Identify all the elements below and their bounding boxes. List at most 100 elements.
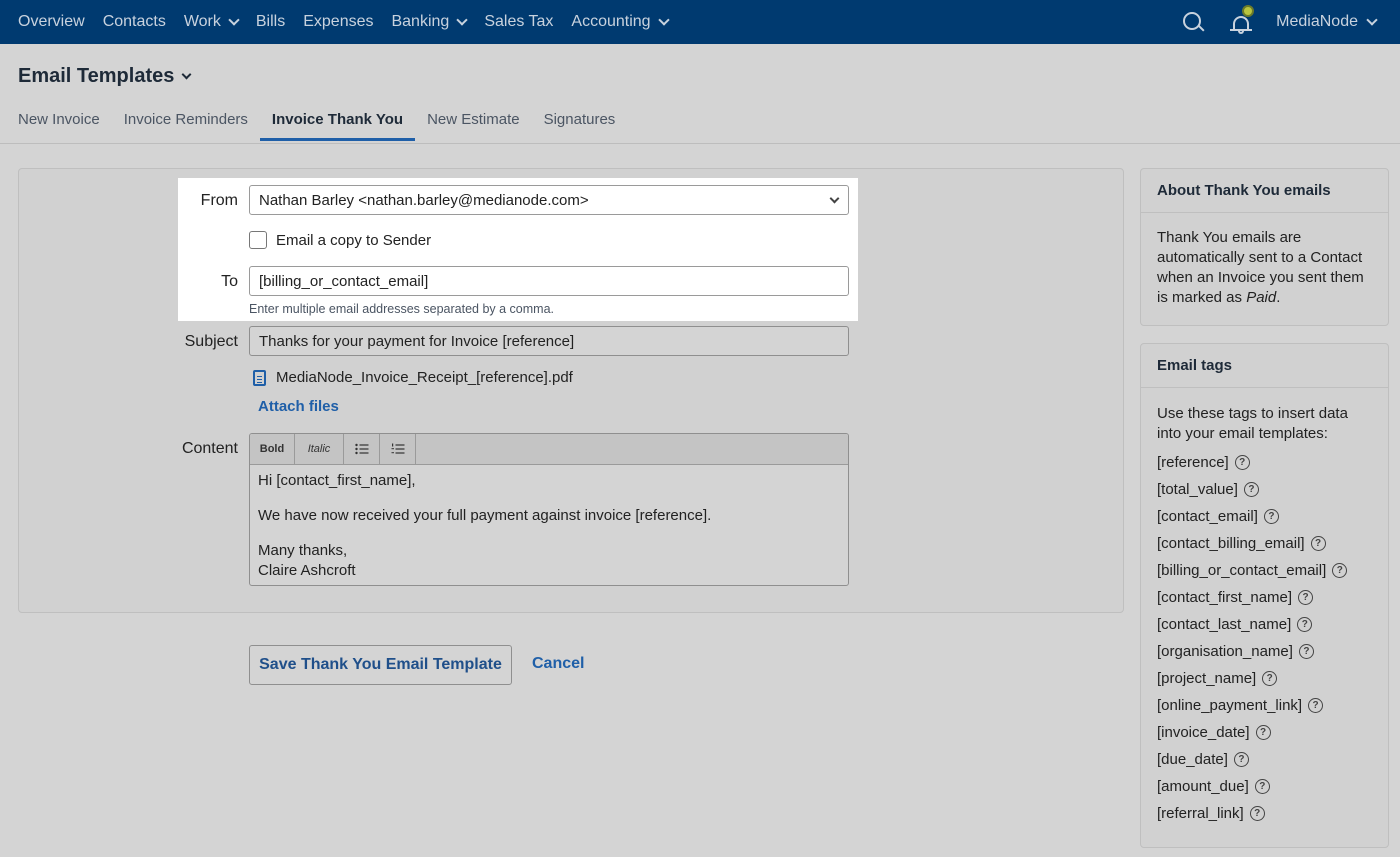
cancel-button[interactable]: Cancel xyxy=(532,655,584,673)
tag-name: [referral_link] xyxy=(1157,804,1244,822)
save-button[interactable]: Save Thank You Email Template xyxy=(249,645,512,685)
nav-item-expenses[interactable]: Expenses xyxy=(303,13,373,31)
tag-item: [organisation_name]? xyxy=(1157,638,1372,665)
search-icon[interactable] xyxy=(1182,11,1204,33)
question-circle-icon[interactable]: ? xyxy=(1262,671,1278,686)
tab-new-estimate[interactable]: New Estimate xyxy=(427,111,520,140)
chevron-down-icon xyxy=(829,193,840,204)
page-title-text: Email Templates xyxy=(18,65,175,87)
content-label: Content xyxy=(181,440,238,457)
about-card: About Thank You emails Thank You emails … xyxy=(1140,168,1389,326)
question-circle-icon[interactable]: ? xyxy=(1310,536,1326,551)
numbered-list-icon xyxy=(391,443,404,454)
tag-item: [amount_due]? xyxy=(1157,773,1372,800)
tag-name: [online_payment_link] xyxy=(1157,696,1303,714)
content-editor[interactable]: Bold Italic Hi [contact_first_name], We … xyxy=(249,433,849,586)
nav-item-label: Work xyxy=(183,13,221,30)
about-title: About Thank You emails xyxy=(1141,169,1388,213)
nav-item-banking[interactable]: Banking xyxy=(391,13,468,31)
bulleted-list-button[interactable] xyxy=(344,434,380,464)
tag-name: [contact_email] xyxy=(1157,507,1258,525)
italic-button[interactable]: Italic xyxy=(295,434,344,464)
question-circle-icon[interactable]: ? xyxy=(1254,779,1270,794)
content-signoff: Many thanks, Claire Ashcroft xyxy=(258,542,356,579)
tag-item: [contact_billing_email]? xyxy=(1157,530,1372,557)
nav-item-label: Contacts xyxy=(102,13,166,30)
tab-new-invoice[interactable]: New Invoice xyxy=(18,111,100,140)
subject-label: Subject xyxy=(184,333,238,350)
tag-item: [total_value]? xyxy=(1157,476,1372,503)
tag-item: [contact_first_name]? xyxy=(1157,584,1372,611)
nav-item-sales-tax[interactable]: Sales Tax xyxy=(484,13,553,31)
from-select[interactable]: Nathan Barley <nathan.barley@medianode.c… xyxy=(249,185,849,215)
tag-name: [project_name] xyxy=(1157,669,1257,687)
copy-sender-label[interactable]: Email a copy to Sender xyxy=(276,232,431,249)
attachment-row: MediaNode_Invoice_Receipt_[reference].pd… xyxy=(253,369,573,386)
to-value: [billing_or_contact_email] xyxy=(259,272,429,290)
question-circle-icon[interactable]: ? xyxy=(1298,644,1314,659)
subject-input[interactable]: Thanks for your payment for Invoice [ref… xyxy=(249,326,849,356)
nav-menu: Overview Contacts Work Bills Expenses Banking… xyxy=(0,13,670,31)
nav-item-contacts[interactable]: Contacts xyxy=(103,13,166,31)
bullet-list-icon xyxy=(354,443,368,455)
email-tags-title: Email tags xyxy=(1141,344,1388,388)
bold-button[interactable]: Bold xyxy=(250,434,295,464)
tag-name: [contact_billing_email] xyxy=(1157,534,1305,552)
nav-item-work[interactable]: Work xyxy=(183,13,240,31)
to-hint: Enter multiple email addresses separated… xyxy=(249,302,555,316)
notification-dot xyxy=(1242,5,1255,17)
template-tabs: New Invoice Invoice Reminders Invoice Than… xyxy=(18,111,639,141)
bell-icon[interactable] xyxy=(1230,5,1255,34)
question-circle-icon[interactable]: ? xyxy=(1297,617,1313,632)
chevron-down-icon xyxy=(456,13,468,26)
tab-invoice-thank-you[interactable]: Invoice Thank You xyxy=(259,111,416,141)
account-menu[interactable]: MediaNode xyxy=(1276,13,1378,31)
chevron-down-icon xyxy=(228,13,240,26)
attachment-filename[interactable]: MediaNode_Invoice_Receipt_[reference].pd… xyxy=(276,369,573,386)
question-circle-icon[interactable]: ? xyxy=(1298,590,1314,605)
nav-item-bills[interactable]: Bills xyxy=(256,13,285,31)
question-circle-icon[interactable]: ? xyxy=(1234,455,1250,470)
page-title[interactable]: Email Templates xyxy=(18,65,192,88)
attach-files-link[interactable]: Attach files xyxy=(258,398,339,415)
question-circle-icon[interactable]: ? xyxy=(1255,725,1271,740)
content-message: We have now received your full payment a… xyxy=(258,507,712,524)
question-circle-icon[interactable]: ? xyxy=(1263,509,1279,524)
subject-value: Thanks for your payment for Invoice [ref… xyxy=(259,332,575,350)
tag-name: [organisation_name] xyxy=(1157,642,1293,660)
to-input[interactable]: [billing_or_contact_email] xyxy=(249,266,849,296)
tag-item: [due_date]? xyxy=(1157,746,1372,773)
top-nav: Overview Contacts Work Bills Expenses Banking… xyxy=(0,0,1400,44)
tag-list: [reference]? [total_value]? [contact_email… xyxy=(1157,449,1372,827)
numbered-list-button[interactable] xyxy=(380,434,416,464)
question-circle-icon[interactable]: ? xyxy=(1233,752,1249,767)
tag-item: [billing_or_contact_email]? xyxy=(1157,557,1372,584)
page-header: Email Templates New Invoice Invoice Remin… xyxy=(0,44,1400,144)
content-greeting: Hi [contact_first_name], xyxy=(258,472,416,489)
nav-item-label: Overview xyxy=(18,13,85,30)
tag-name: [due_date] xyxy=(1157,750,1228,768)
tag-item: [online_payment_link]? xyxy=(1157,692,1372,719)
tag-name: [invoice_date] xyxy=(1157,723,1250,741)
tag-name: [contact_first_name] xyxy=(1157,588,1293,606)
nav-item-label: Sales Tax xyxy=(484,13,554,30)
email-tags-intro: Use these tags to insert data into your … xyxy=(1157,405,1348,442)
account-name: MediaNode xyxy=(1276,13,1358,30)
tab-signatures[interactable]: Signatures xyxy=(544,111,616,140)
tag-item: [contact_last_name]? xyxy=(1157,611,1372,638)
editor-body[interactable]: Hi [contact_first_name], We have now rec… xyxy=(250,465,848,585)
question-circle-icon[interactable]: ? xyxy=(1249,806,1265,821)
tag-name: [billing_or_contact_email] xyxy=(1157,561,1327,579)
nav-item-accounting[interactable]: Accounting xyxy=(571,13,670,31)
email-tags-body: Use these tags to insert data into your … xyxy=(1141,388,1388,839)
question-circle-icon[interactable]: ? xyxy=(1308,698,1324,713)
question-circle-icon[interactable]: ? xyxy=(1332,563,1348,578)
nav-item-label: Banking xyxy=(391,13,450,30)
document-icon xyxy=(253,369,266,386)
tag-item: [project_name]? xyxy=(1157,665,1372,692)
tab-invoice-reminders[interactable]: Invoice Reminders xyxy=(124,111,248,140)
question-circle-icon[interactable]: ? xyxy=(1243,482,1259,497)
copy-sender-checkbox[interactable] xyxy=(249,231,267,249)
nav-item-overview[interactable]: Overview xyxy=(18,13,85,31)
nav-item-label: Expenses xyxy=(303,13,374,30)
